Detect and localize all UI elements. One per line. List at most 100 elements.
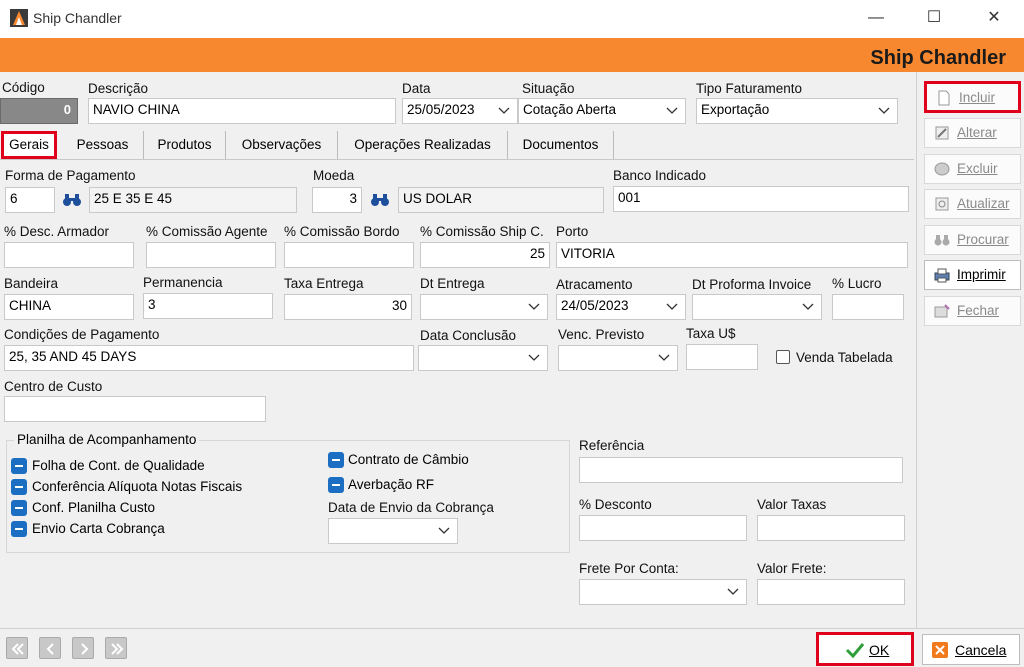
condicoes-pagamento-field[interactable]: 25, 35 AND 45 DAYS bbox=[4, 345, 414, 371]
moeda-code[interactable]: 3 bbox=[312, 187, 362, 213]
delete-icon bbox=[934, 162, 950, 176]
fechar-button[interactable]: Fechar bbox=[924, 296, 1021, 326]
dt-proforma-select[interactable] bbox=[692, 294, 822, 320]
binoculars-icon[interactable] bbox=[62, 192, 82, 208]
venda-tabelada-checkbox[interactable] bbox=[776, 350, 790, 364]
banco-indicado-label: Banco Indicado bbox=[613, 168, 707, 183]
tab-pessoas[interactable]: Pessoas bbox=[62, 131, 144, 159]
contrato-cambio-checkbox[interactable] bbox=[328, 452, 344, 468]
comissao-agente-field[interactable] bbox=[146, 242, 276, 268]
maximize-button[interactable]: ☐ bbox=[910, 0, 958, 38]
centro-custo-field[interactable] bbox=[4, 396, 266, 422]
comissao-bordo-label: % Comissão Bordo bbox=[284, 224, 400, 239]
chevron-right-icon bbox=[81, 643, 89, 655]
next-record-button[interactable] bbox=[72, 637, 94, 659]
descricao-field[interactable]: NAVIO CHINA bbox=[88, 98, 396, 124]
desc-armador-field[interactable] bbox=[4, 242, 134, 268]
cancela-button[interactable]: Cancela bbox=[922, 634, 1020, 665]
excluir-label: Excluir bbox=[957, 161, 998, 176]
tab-divider bbox=[0, 159, 914, 160]
dt-proforma-label: Dt Proforma Invoice bbox=[692, 277, 812, 292]
forma-pagamento-code[interactable]: 6 bbox=[5, 187, 55, 213]
data-envio-label: Data de Envio da Cobrança bbox=[328, 500, 494, 515]
chevron-down-icon bbox=[528, 354, 540, 361]
conf-planilha-checkbox[interactable] bbox=[11, 500, 27, 516]
procurar-button[interactable]: Procurar bbox=[924, 225, 1021, 255]
data-envio-select[interactable] bbox=[328, 518, 458, 544]
atracamento-select[interactable]: 24/05/2023 bbox=[556, 294, 686, 320]
tab-observacoes[interactable]: Observações bbox=[226, 131, 338, 159]
lucro-field[interactable] bbox=[832, 294, 904, 320]
codigo-field[interactable]: 0 bbox=[0, 98, 78, 124]
bandeira-field[interactable]: CHINA bbox=[4, 294, 134, 320]
condicoes-pagamento-label: Condições de Pagamento bbox=[4, 327, 160, 342]
window-title: Ship Chandler bbox=[33, 10, 122, 26]
close-button[interactable]: ✕ bbox=[970, 0, 1018, 38]
data-conclusao-select[interactable] bbox=[418, 345, 548, 371]
tipo-faturamento-label: Tipo Faturamento bbox=[696, 81, 803, 96]
valor-frete-field[interactable] bbox=[757, 579, 905, 605]
permanencia-field[interactable]: 3 bbox=[143, 293, 273, 319]
alterar-label: Alterar bbox=[957, 125, 997, 140]
averbacao-rf-checkbox[interactable] bbox=[328, 477, 344, 493]
minimize-button[interactable]: — bbox=[852, 0, 900, 38]
binoculars-icon bbox=[934, 235, 950, 246]
desconto-field[interactable] bbox=[579, 515, 747, 541]
atualizar-button[interactable]: Atualizar bbox=[924, 189, 1021, 219]
excluir-button[interactable]: Excluir bbox=[924, 154, 1021, 184]
incluir-label: Incluir bbox=[959, 90, 996, 105]
permanencia-label: Permanencia bbox=[143, 275, 223, 290]
tab-produtos[interactable]: Produtos bbox=[144, 131, 226, 159]
chevron-down-icon bbox=[878, 107, 890, 114]
referencia-field[interactable] bbox=[579, 457, 903, 483]
previous-record-button[interactable] bbox=[39, 637, 61, 659]
sidebar-divider bbox=[916, 72, 917, 628]
porto-field[interactable]: VITORIA bbox=[556, 242, 908, 268]
dt-entrega-select[interactable] bbox=[420, 294, 548, 320]
moeda-desc: US DOLAR bbox=[398, 187, 604, 213]
planilha-title: Planilha de Acompanhamento bbox=[14, 432, 200, 447]
conferencia-aliquota-label: Conferência Alíquota Notas Fiscais bbox=[32, 479, 243, 494]
taxa-us-field[interactable] bbox=[686, 344, 758, 370]
close-door-icon bbox=[934, 304, 950, 318]
ok-button[interactable]: OK bbox=[816, 632, 914, 666]
codigo-label: Código bbox=[2, 80, 45, 95]
venc-previsto-select[interactable] bbox=[558, 345, 678, 371]
data-select[interactable]: 25/05/2023 bbox=[402, 98, 518, 124]
venc-previsto-label: Venc. Previsto bbox=[558, 327, 645, 342]
chevron-down-icon bbox=[802, 303, 814, 310]
tab-documentos[interactable]: Documentos bbox=[508, 131, 614, 159]
tab-gerais[interactable]: Gerais bbox=[1, 131, 57, 159]
first-record-button[interactable] bbox=[6, 637, 28, 659]
envio-carta-checkbox[interactable] bbox=[11, 521, 27, 537]
folha-qualidade-checkbox[interactable] bbox=[11, 458, 27, 474]
double-chevron-right-icon bbox=[111, 643, 124, 655]
refresh-icon bbox=[935, 197, 949, 211]
banco-indicado-field[interactable]: 001 bbox=[613, 186, 909, 212]
ok-label: OK bbox=[869, 642, 890, 658]
centro-custo-label: Centro de Custo bbox=[4, 379, 103, 394]
imprimir-button[interactable]: Imprimir bbox=[924, 260, 1021, 290]
situacao-select[interactable]: Cotação Aberta bbox=[518, 98, 686, 124]
comissao-ship-field[interactable]: 25 bbox=[420, 242, 550, 268]
tab-operacoes-realizadas[interactable]: Operações Realizadas bbox=[338, 131, 508, 159]
venda-tabelada-label: Venda Tabelada bbox=[796, 350, 893, 365]
alterar-button[interactable]: Alterar bbox=[924, 118, 1021, 148]
taxa-entrega-field[interactable]: 30 bbox=[284, 294, 412, 320]
desc-armador-label: % Desc. Armador bbox=[4, 224, 110, 239]
frete-por-conta-select[interactable] bbox=[579, 579, 747, 605]
conferencia-aliquota-checkbox[interactable] bbox=[11, 479, 27, 495]
last-record-button[interactable] bbox=[105, 637, 127, 659]
situacao-value: Cotação Aberta bbox=[523, 102, 617, 117]
binoculars-icon[interactable] bbox=[370, 192, 390, 208]
checkmark-icon bbox=[845, 643, 865, 658]
valor-frete-label: Valor Frete: bbox=[757, 561, 827, 576]
cancel-icon bbox=[932, 642, 948, 658]
data-conclusao-label: Data Conclusão bbox=[420, 328, 517, 343]
valor-taxas-field[interactable] bbox=[757, 515, 905, 541]
tipo-faturamento-select[interactable]: Exportação bbox=[696, 98, 898, 124]
valor-taxas-label: Valor Taxas bbox=[757, 497, 827, 512]
incluir-button[interactable]: Incluir bbox=[924, 81, 1021, 113]
atracamento-label: Atracamento bbox=[556, 277, 633, 292]
comissao-bordo-field[interactable] bbox=[284, 242, 414, 268]
